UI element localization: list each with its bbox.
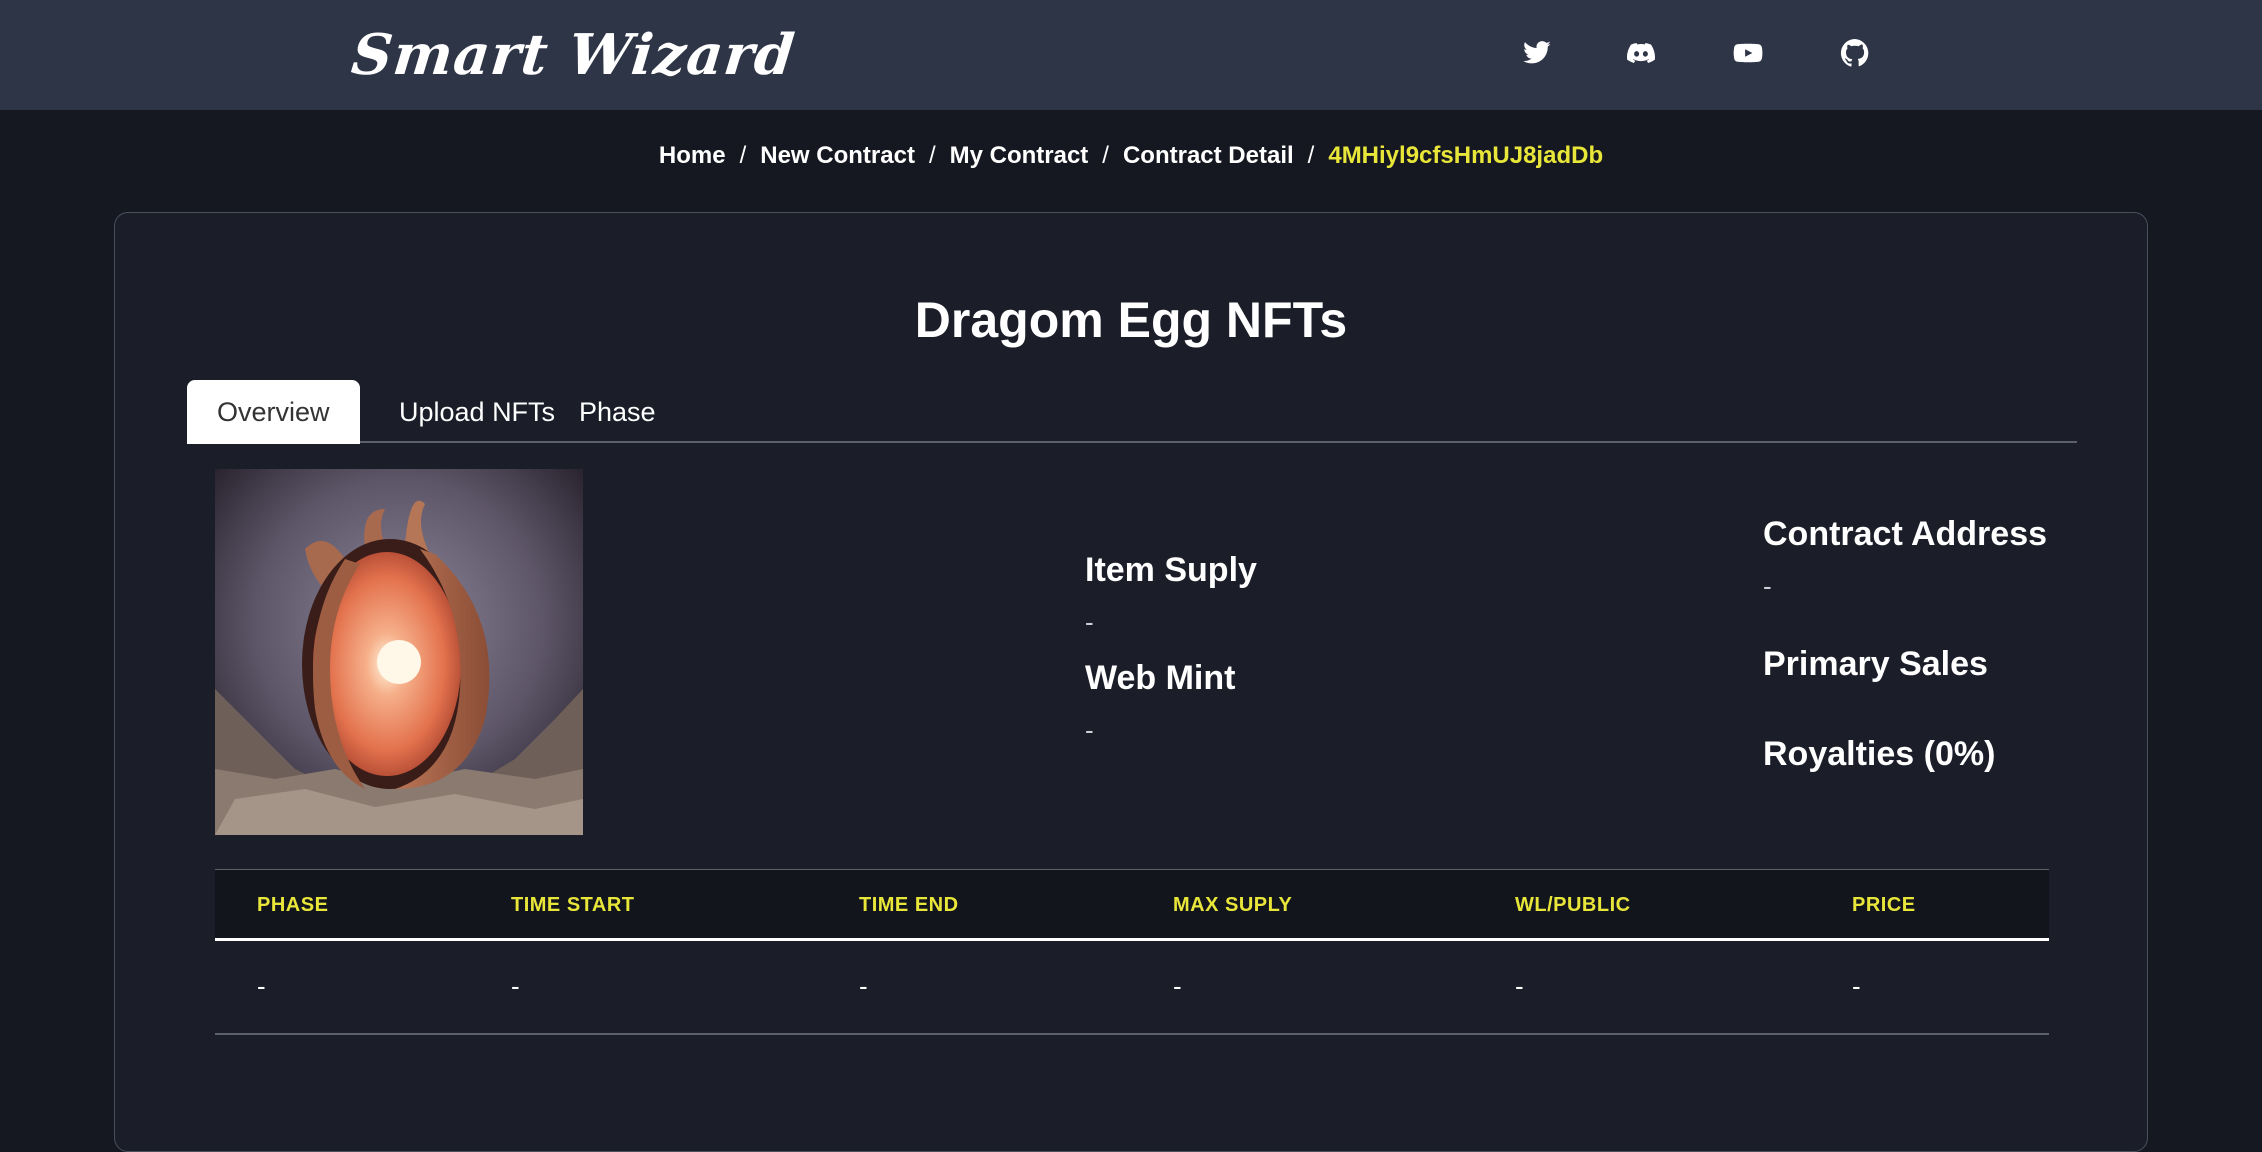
- breadcrumb-my-contract[interactable]: My Contract: [950, 142, 1089, 170]
- tab-bar: Overview Upload NFTs Phase: [187, 368, 2077, 444]
- logo[interactable]: Smart Wizard: [349, 22, 799, 88]
- tab-phase[interactable]: Phase: [549, 380, 686, 444]
- column-header-time-end: TIME END: [859, 894, 959, 916]
- royalties-label: Royalties (0%): [1763, 735, 1996, 773]
- web-mint-value: -: [1085, 715, 1094, 745]
- table-cell: -: [859, 971, 868, 1001]
- contract-address-value: -: [1763, 571, 1772, 601]
- table-cell: -: [1852, 971, 1861, 1001]
- discord-icon[interactable]: [1624, 36, 1658, 70]
- breadcrumb: Home / New Contract / My Contract / Cont…: [0, 142, 2262, 170]
- contract-card: Dragom Egg NFTs Overview Upload NFTs Pha…: [114, 212, 2148, 1152]
- column-header-max-supply: MAX SUPLY: [1173, 894, 1293, 916]
- column-header-wl-public: WL/PUBLIC: [1515, 894, 1631, 916]
- column-header-phase: PHASE: [257, 894, 329, 916]
- top-navbar: Smart Wizard: [0, 0, 2262, 110]
- contract-address-label: Contract Address: [1763, 515, 2048, 553]
- phase-table: PHASE TIME START TIME END MAX SUPLY WL/P…: [215, 869, 2049, 1035]
- breadcrumb-separator: /: [739, 142, 747, 169]
- breadcrumb-contract-detail[interactable]: Contract Detail: [1123, 142, 1294, 170]
- web-mint-label: Web Mint: [1085, 659, 1236, 697]
- primary-sales-label: Primary Sales: [1763, 645, 1988, 683]
- column-header-time-start: TIME START: [511, 894, 635, 916]
- breadcrumb-separator: /: [1307, 142, 1315, 169]
- item-supply-label: Item Suply: [1085, 551, 1257, 589]
- table-cell: -: [257, 971, 266, 1001]
- item-supply-value: -: [1085, 607, 1094, 637]
- nft-image: [215, 469, 583, 835]
- github-icon[interactable]: [1838, 36, 1872, 70]
- column-header-price: PRICE: [1852, 894, 1916, 916]
- breadcrumb-new-contract[interactable]: New Contract: [760, 142, 915, 170]
- table-header: PHASE TIME START TIME END MAX SUPLY WL/P…: [215, 869, 2049, 941]
- table-cell: -: [1173, 971, 1182, 1001]
- table-cell: -: [1515, 971, 1524, 1001]
- breadcrumb-home[interactable]: Home: [659, 142, 726, 170]
- twitter-icon[interactable]: [1520, 36, 1554, 70]
- breadcrumb-separator: /: [1102, 142, 1109, 169]
- breadcrumb-current: 4MHiyl9cfsHmUJ8jadDb: [1328, 142, 1604, 169]
- table-row: - - - - - -: [215, 941, 2049, 1035]
- breadcrumb-separator: /: [928, 142, 936, 169]
- page-title: Dragom Egg NFTs: [914, 292, 1348, 348]
- table-cell: -: [511, 971, 520, 1001]
- tab-overview[interactable]: Overview: [187, 380, 360, 444]
- youtube-icon[interactable]: [1731, 36, 1765, 70]
